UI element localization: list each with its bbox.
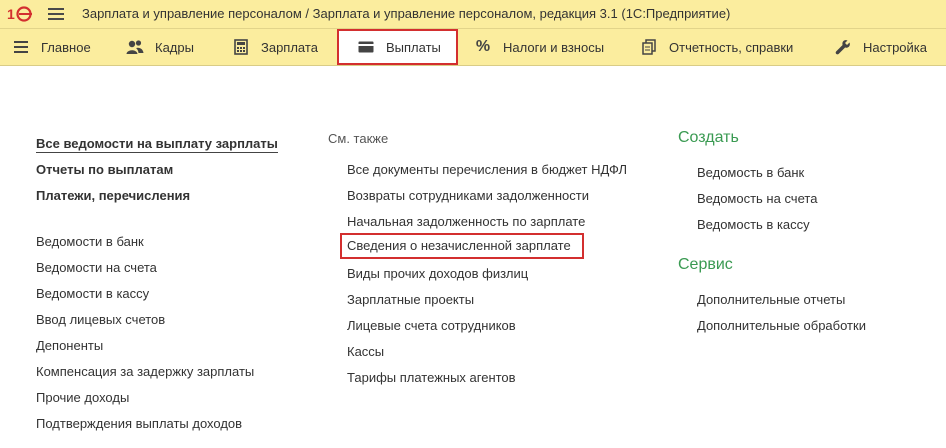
section-settings[interactable]: Настройка bbox=[834, 29, 927, 65]
see-also-cash-desks[interactable]: Кассы bbox=[347, 344, 384, 359]
section-label: Зарплата bbox=[261, 39, 318, 55]
sections-panel: Главное Кадры Зарплата Выплаты % Налоги … bbox=[0, 29, 946, 66]
section-main[interactable]: Главное bbox=[12, 29, 91, 65]
nav-payment-reports[interactable]: Отчеты по выплатам bbox=[36, 162, 173, 177]
section-label: Отчетность, справки bbox=[669, 39, 794, 55]
card-icon bbox=[357, 38, 375, 56]
section-reports[interactable]: Отчетность, справки bbox=[640, 29, 793, 65]
create-cash-statement[interactable]: Ведомость в кассу bbox=[697, 217, 810, 232]
burger-icon bbox=[12, 38, 30, 56]
calculator-icon bbox=[232, 38, 250, 56]
create-heading: Создать bbox=[678, 129, 739, 146]
section-staff[interactable]: Кадры bbox=[126, 29, 194, 65]
title-bar: 1 Зарплата и управление персоналом / Зар… bbox=[0, 0, 946, 29]
nav-link-label: Все ведомости на выплату зарплаты bbox=[36, 136, 278, 153]
section-taxes[interactable]: % Налоги и взносы bbox=[474, 29, 604, 65]
nav-bank-statements[interactable]: Ведомости в банк bbox=[36, 234, 144, 249]
percent-icon: % bbox=[475, 38, 491, 55]
nav-all-payroll-statements[interactable]: Все ведомости на выплату зарплаты bbox=[36, 136, 278, 153]
svg-text:1: 1 bbox=[7, 6, 15, 22]
nav-income-payment-confirmations[interactable]: Подтверждения выплаты доходов bbox=[36, 416, 242, 431]
section-label: Налоги и взносы bbox=[503, 39, 605, 55]
main-menu-icon[interactable] bbox=[48, 6, 64, 22]
see-also-employee-debt-returns[interactable]: Возвраты сотрудниками задолженности bbox=[347, 188, 589, 203]
nav-payments-transfers[interactable]: Платежи, перечисления bbox=[36, 188, 190, 203]
service-additional-processing[interactable]: Дополнительные обработки bbox=[697, 318, 866, 333]
see-also-uncredited-salary-info[interactable]: Сведения о незачисленной зарплате bbox=[347, 238, 571, 253]
see-also-other-income-types[interactable]: Виды прочих доходов физлиц bbox=[347, 266, 528, 281]
see-also-ndfl-transfer-docs[interactable]: Все документы перечисления в бюджет НДФЛ bbox=[347, 162, 627, 177]
section-label: Главное bbox=[41, 39, 91, 55]
create-bank-statement[interactable]: Ведомость в банк bbox=[697, 165, 804, 180]
service-heading: Сервис bbox=[678, 256, 733, 273]
see-also-employee-accounts[interactable]: Лицевые счета сотрудников bbox=[347, 318, 516, 333]
nav-account-statements[interactable]: Ведомости на счета bbox=[36, 260, 157, 275]
wrench-icon bbox=[834, 38, 852, 56]
see-also-payment-agent-rates[interactable]: Тарифы платежных агентов bbox=[347, 370, 516, 385]
nav-other-income[interactable]: Прочие доходы bbox=[36, 390, 129, 405]
nav-delay-compensation[interactable]: Компенсация за задержку зарплаты bbox=[36, 364, 254, 379]
nav-personal-accounts-input[interactable]: Ввод лицевых счетов bbox=[36, 312, 165, 327]
create-account-statement[interactable]: Ведомость на счета bbox=[697, 191, 817, 206]
section-label: Кадры bbox=[155, 39, 194, 55]
section-label: Настройка bbox=[863, 39, 927, 55]
documents-icon bbox=[640, 38, 658, 56]
app-title: Зарплата и управление персоналом / Зарпл… bbox=[82, 6, 731, 21]
nav-deponents[interactable]: Депоненты bbox=[36, 338, 103, 353]
service-additional-reports[interactable]: Дополнительные отчеты bbox=[697, 292, 845, 307]
see-also-salary-projects[interactable]: Зарплатные проекты bbox=[347, 292, 474, 307]
nav-cash-statements[interactable]: Ведомости в кассу bbox=[36, 286, 149, 301]
see-also-initial-salary-debt[interactable]: Начальная задолженность по зарплате bbox=[347, 214, 585, 229]
see-also-heading: См. также bbox=[328, 131, 389, 146]
section-salary[interactable]: Зарплата bbox=[232, 29, 318, 65]
users-icon bbox=[126, 38, 144, 56]
1c-logo-icon[interactable]: 1 bbox=[6, 4, 36, 24]
section-payments[interactable]: Выплаты bbox=[337, 29, 458, 65]
section-label: Выплаты bbox=[386, 39, 441, 55]
